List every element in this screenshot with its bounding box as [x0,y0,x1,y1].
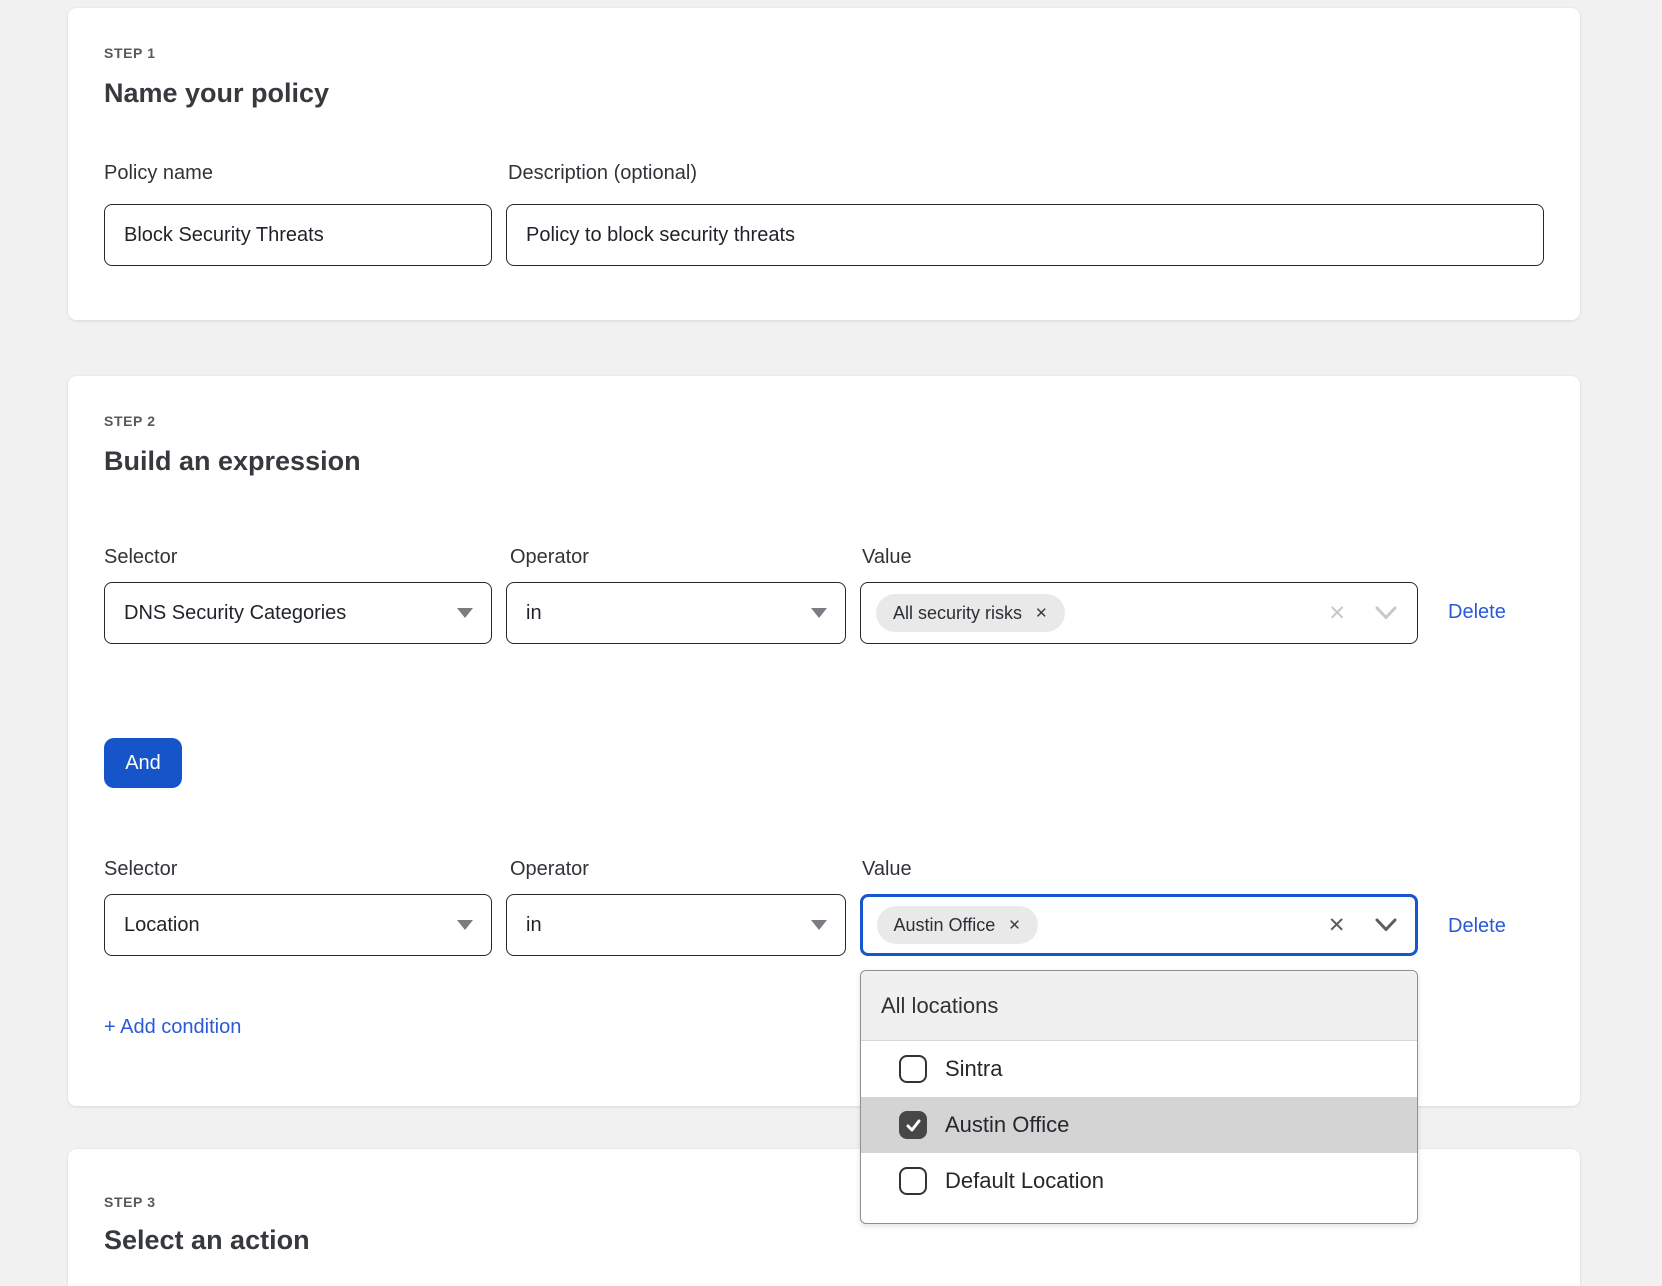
value-chip-label: Austin Office [894,915,996,936]
caret-down-icon [457,920,473,930]
delete-condition-2-link[interactable]: Delete [1448,912,1506,940]
chip-remove-icon[interactable]: ✕ [1035,606,1048,621]
policy-name-input[interactable] [104,204,492,266]
value-chip[interactable]: Austin Office ✕ [877,906,1038,944]
value-box-icons: ✕ [1328,915,1397,936]
chevron-down-icon[interactable] [1375,606,1397,620]
dropdown-option-austin-office[interactable]: Austin Office [861,1097,1417,1153]
operator-value-1: in [526,602,542,625]
operator-dropdown-1[interactable]: in [506,582,846,644]
selector-dropdown-2[interactable]: Location [104,894,492,956]
location-dropdown-panel: All locations Sintra Austin Office Defau… [860,970,1418,1224]
value-multiselect-1[interactable]: All security risks ✕ ✕ [860,582,1418,644]
caret-down-icon [811,920,827,930]
description-label: Description (optional) [508,160,697,186]
step1-title: Name your policy [104,76,329,110]
caret-down-icon [457,608,473,618]
dropdown-group-label: All locations [881,993,998,1019]
add-condition-link[interactable]: + Add condition [104,1014,241,1040]
description-input[interactable] [506,204,1544,266]
selector-column-label-1: Selector [104,544,177,570]
dropdown-option-default-location[interactable]: Default Location [861,1153,1417,1209]
operator-column-label-2: Operator [510,856,589,882]
step1-label: STEP 1 [104,44,156,62]
clear-icon[interactable]: ✕ [1328,915,1346,936]
chip-remove-icon[interactable]: ✕ [1008,918,1021,933]
operator-column-label-1: Operator [510,544,589,570]
dropdown-group-all-locations[interactable]: All locations [861,971,1417,1041]
dropdown-option-label: Default Location [945,1168,1104,1194]
operator-value-2: in [526,914,542,937]
value-chip-label: All security risks [893,603,1022,624]
caret-down-icon [811,608,827,618]
value-box-icons: ✕ [1328,603,1397,624]
chevron-down-icon[interactable] [1375,918,1397,932]
step2-label: STEP 2 [104,412,156,430]
check-icon [905,1117,922,1134]
checkbox-checked-icon[interactable] [899,1111,927,1139]
policy-name-label: Policy name [104,160,213,186]
checkbox-unchecked-icon[interactable] [899,1055,927,1083]
policy-builder-page: STEP 1 Name your policy Policy name Desc… [0,0,1662,1286]
step3-title: Select an action [104,1223,310,1257]
clear-icon[interactable]: ✕ [1328,603,1346,624]
step3-label: STEP 3 [104,1193,156,1211]
selector-dropdown-1[interactable]: DNS Security Categories [104,582,492,644]
operator-dropdown-2[interactable]: in [506,894,846,956]
selector-value-2: Location [124,914,200,937]
value-chip[interactable]: All security risks ✕ [876,594,1065,632]
checkbox-unchecked-icon[interactable] [899,1167,927,1195]
dropdown-option-label: Sintra [945,1056,1002,1082]
step2-title: Build an expression [104,444,361,478]
selector-column-label-2: Selector [104,856,177,882]
delete-condition-1-link[interactable]: Delete [1448,598,1506,626]
value-column-label-2: Value [862,856,912,882]
value-multiselect-2[interactable]: Austin Office ✕ ✕ [860,894,1418,956]
step1-card: STEP 1 Name your policy Policy name Desc… [68,8,1580,320]
selector-value-1: DNS Security Categories [124,602,346,625]
dropdown-option-sintra[interactable]: Sintra [861,1041,1417,1097]
dropdown-option-label: Austin Office [945,1112,1069,1138]
value-column-label-1: Value [862,544,912,570]
and-button[interactable]: And [104,738,182,788]
